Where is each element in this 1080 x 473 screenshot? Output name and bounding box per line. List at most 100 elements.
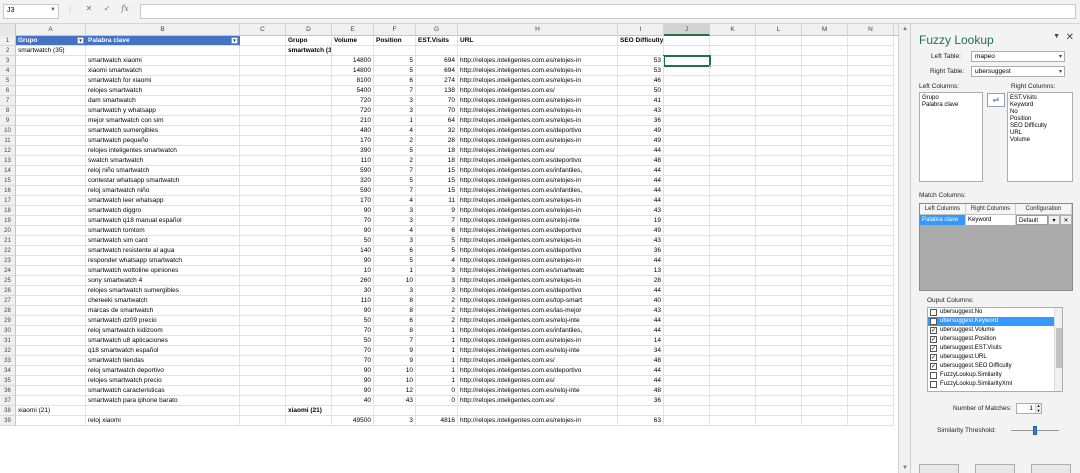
empty-cell[interactable] — [710, 326, 756, 336]
empty-cell[interactable] — [240, 396, 286, 406]
row-header[interactable]: 33 — [0, 356, 16, 366]
cell-h[interactable]: http://relojes.inteligentes.com.es/reloj… — [458, 56, 618, 66]
cell-i[interactable]: 53 — [618, 56, 664, 66]
empty-cell[interactable] — [710, 196, 756, 206]
chevron-down-icon[interactable]: ▼ — [50, 7, 56, 13]
cell-g[interactable]: 1 — [416, 376, 458, 386]
cell-d[interactable] — [286, 266, 332, 276]
cell-g[interactable]: 5 — [416, 236, 458, 246]
empty-cell[interactable] — [848, 216, 894, 226]
empty-cell[interactable] — [240, 66, 286, 76]
empty-cell[interactable] — [848, 36, 894, 46]
cell-b[interactable]: mejor smartwatch con sim — [86, 116, 240, 126]
empty-cell[interactable] — [848, 336, 894, 346]
match-right-cell[interactable]: Keyword — [966, 215, 1016, 225]
cell-d[interactable] — [286, 246, 332, 256]
empty-cell[interactable] — [848, 226, 894, 236]
empty-cell[interactable] — [848, 96, 894, 106]
cell-b[interactable]: smartwatch resistente al agua — [86, 246, 240, 256]
cell-b[interactable]: smartwatch para iphone barato — [86, 396, 240, 406]
cell-g[interactable]: 694 — [416, 66, 458, 76]
cell-d[interactable] — [286, 176, 332, 186]
empty-cell[interactable] — [802, 286, 848, 296]
cell-b[interactable]: xiaomi smartwatch — [86, 66, 240, 76]
checkbox-icon[interactable] — [930, 309, 937, 316]
cell-h[interactable]: http://relojes.inteligentes.com.es/ — [458, 356, 618, 366]
empty-cell[interactable] — [664, 386, 710, 396]
cell-i[interactable]: 49 — [618, 226, 664, 236]
empty-cell[interactable] — [756, 116, 802, 126]
link-columns-button[interactable]: ⇌ — [987, 93, 1005, 107]
cell-g[interactable]: 5 — [416, 246, 458, 256]
empty-cell[interactable] — [710, 256, 756, 266]
list-item[interactable]: Position — [1010, 116, 1070, 123]
cell-d[interactable] — [286, 396, 332, 406]
right-columns-list[interactable]: EST.Visits Keyword No Position SEO Difficult… — [1007, 92, 1073, 182]
output-column-item[interactable]: ✓ ubersuggest.Position — [928, 335, 1062, 344]
similarity-threshold-slider[interactable] — [1011, 426, 1059, 435]
empty-cell[interactable] — [664, 136, 710, 146]
empty-cell[interactable] — [710, 306, 756, 316]
cell-b[interactable]: smartwatch q18 manual español — [86, 216, 240, 226]
empty-cell[interactable] — [664, 266, 710, 276]
empty-cell[interactable] — [240, 96, 286, 106]
cell-a[interactable] — [16, 386, 86, 396]
cell-h[interactable]: http://relojes.inteligentes.com.es/depor… — [458, 246, 618, 256]
empty-cell[interactable] — [848, 366, 894, 376]
scroll-down-icon[interactable]: ▼ — [902, 465, 908, 471]
empty-cell[interactable] — [802, 236, 848, 246]
empty-cell[interactable] — [240, 336, 286, 346]
empty-cell[interactable] — [802, 36, 848, 46]
cell-g[interactable]: 3 — [416, 266, 458, 276]
cell-i[interactable]: 53 — [618, 66, 664, 76]
cell-f[interactable]: 3 — [374, 236, 416, 246]
empty-cell[interactable] — [848, 56, 894, 66]
cell-a[interactable] — [16, 366, 86, 376]
empty-cell[interactable] — [664, 416, 710, 426]
empty-cell[interactable] — [664, 256, 710, 266]
cell-g[interactable]: 1 — [416, 336, 458, 346]
empty-cell[interactable] — [710, 266, 756, 276]
cell-f[interactable]: 8 — [374, 296, 416, 306]
empty-cell[interactable] — [756, 206, 802, 216]
row-header[interactable]: 10 — [0, 126, 16, 136]
row-header[interactable]: 34 — [0, 366, 16, 376]
empty-cell[interactable] — [710, 176, 756, 186]
empty-cell[interactable] — [710, 126, 756, 136]
empty-cell[interactable] — [756, 106, 802, 116]
cell-h[interactable]: http://relojes.inteligentes.com.es/depor… — [458, 366, 618, 376]
empty-cell[interactable] — [756, 386, 802, 396]
cell-a[interactable] — [16, 266, 86, 276]
cell-f[interactable]: 3 — [374, 286, 416, 296]
empty-cell[interactable] — [710, 106, 756, 116]
empty-cell[interactable] — [240, 306, 286, 316]
cell-g[interactable]: 70 — [416, 96, 458, 106]
cell-a[interactable] — [16, 216, 86, 226]
cell-g[interactable]: 0 — [416, 386, 458, 396]
cell-d[interactable] — [286, 416, 332, 426]
empty-cell[interactable] — [240, 226, 286, 236]
check-icon[interactable]: ✓ — [100, 4, 114, 13]
column-header-f[interactable]: F — [374, 24, 416, 36]
panel-button-3[interactable] — [1031, 464, 1071, 473]
cell-a[interactable] — [16, 246, 86, 256]
cell-b[interactable] — [86, 46, 240, 56]
empty-cell[interactable] — [664, 406, 710, 416]
cell-a[interactable] — [16, 296, 86, 306]
cell-i[interactable]: 48 — [618, 356, 664, 366]
cell-e[interactable] — [332, 46, 374, 56]
vertical-scrollbar[interactable]: ▲ ▼ — [898, 24, 910, 473]
cell-f[interactable]: 7 — [374, 336, 416, 346]
output-column-item[interactable]: ✓ ubersuggest.Volume — [928, 326, 1062, 335]
cell-h[interactable]: http://relojes.inteligentes.com.es/reloj… — [458, 316, 618, 326]
row-header[interactable]: 19 — [0, 216, 16, 226]
cell-a[interactable] — [16, 76, 86, 86]
cell-h[interactable]: http://relojes.inteligentes.com.es/reloj… — [458, 96, 618, 106]
cell-a[interactable] — [16, 166, 86, 176]
cell-h[interactable]: http://relojes.inteligentes.com.es/reloj… — [458, 216, 618, 226]
cell-h[interactable]: http://relojes.inteligentes.com.es/reloj… — [458, 136, 618, 146]
empty-cell[interactable] — [756, 316, 802, 326]
empty-cell[interactable] — [664, 126, 710, 136]
cell-e[interactable]: 5400 — [332, 86, 374, 96]
empty-cell[interactable] — [240, 346, 286, 356]
